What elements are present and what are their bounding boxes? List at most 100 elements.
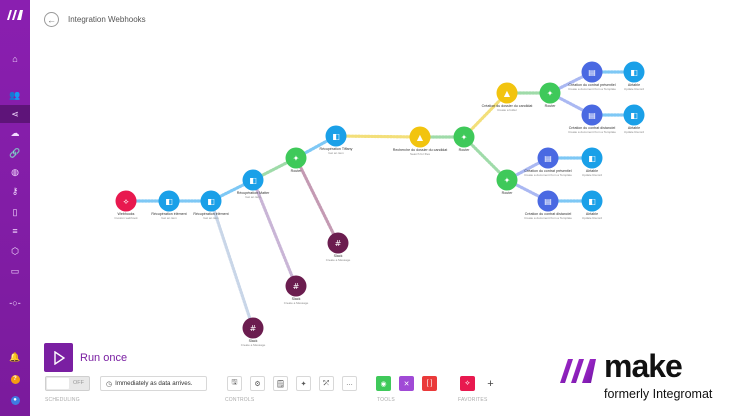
module-action: Update Record (623, 86, 645, 91)
help-nav-item[interactable]: ? (0, 370, 30, 388)
router-icon: ✦ (547, 89, 554, 98)
module-label: Slack Create a Message (326, 254, 351, 262)
schedule-setting-button[interactable]: ◷ Immediately as data arrives. (100, 376, 207, 391)
notifications-nav-item[interactable]: 🔔 (0, 348, 30, 366)
router4-module[interactable]: ✦ (496, 169, 518, 191)
drive-icon: ▲ (417, 133, 424, 142)
module-action: Get an item (245, 194, 261, 199)
ax8-module[interactable]: ◧ (581, 190, 603, 212)
module-label: Airtable Update Record (582, 212, 602, 220)
explain-flow-button[interactable]: ⤱ (319, 376, 334, 391)
slack1-module[interactable]: # (327, 232, 349, 254)
docs-icon: ▤ (544, 154, 552, 163)
module-action: Create a document from a Template (524, 172, 572, 177)
avatar-nav-item[interactable]: ● (0, 391, 30, 409)
module-label: Création du dossier du candidat Create a … (482, 104, 533, 112)
module-action: Search for files (409, 151, 431, 156)
ax5-module[interactable]: ◧ (623, 61, 645, 83)
keys-icon: ⚷ (11, 185, 19, 196)
save-button[interactable]: 🖫 (227, 376, 242, 391)
favorites-label: FAVORITES (458, 397, 488, 403)
module-label: Création du contrat présentiel Create a d… (568, 83, 616, 91)
ax4-module[interactable]: ◧ (325, 125, 347, 147)
team-icon: 👥 (9, 89, 21, 100)
module-label: Airtable Update Record (624, 126, 644, 134)
share-scenarios-nav-item[interactable]: ⋖ (0, 105, 30, 123)
ax2-module[interactable]: ◧ (200, 190, 222, 212)
doc2-module[interactable]: ▤ (581, 104, 603, 126)
brand-subtitle: formerly Integromat (604, 387, 713, 401)
make-logo[interactable] (6, 9, 24, 21)
router3-module[interactable]: ✦ (539, 82, 561, 104)
settings-button[interactable]: ⚙ (250, 376, 265, 391)
airtable-icon: ◧ (332, 132, 340, 141)
auto-align-icon: ✦ (300, 380, 307, 388)
module-name: Router (290, 169, 302, 173)
slack3-module[interactable]: # (242, 317, 264, 339)
doc3-module[interactable]: ▤ (537, 147, 559, 169)
module-label: Création du contrat distanciel Create a d… (524, 212, 572, 220)
more-button[interactable]: … (342, 376, 357, 391)
ax7-module[interactable]: ◧ (581, 147, 603, 169)
slack-icon: # (335, 239, 342, 248)
ax1-module[interactable]: ◧ (158, 190, 180, 212)
router2-module[interactable]: ✦ (453, 126, 475, 148)
tools-label: TOOLS (377, 397, 395, 403)
text-parser-button[interactable]: [ ] (422, 376, 437, 391)
home-icon: ⌂ (12, 54, 18, 64)
notes-icon: 🗒 (276, 380, 285, 388)
flow-control-button[interactable]: ◉ (376, 376, 391, 391)
auto-align-button[interactable]: ✦ (296, 376, 311, 391)
keys-nav-item[interactable]: ⚷ (0, 182, 30, 200)
play-icon (53, 350, 65, 365)
module-action: Create a Message (240, 342, 266, 347)
connections-icon: 🔗 (9, 147, 21, 158)
avatar-icon: ● (10, 395, 20, 405)
connections-nav-item[interactable]: 🔗 (0, 144, 30, 162)
team-nav-item[interactable]: 👥 (0, 86, 30, 104)
webhook-favorite-button[interactable]: ⟡ (460, 376, 475, 391)
airtable-icon: ◧ (630, 111, 638, 120)
gdrive1-module[interactable]: ▲ (409, 126, 431, 148)
docs-nav-item[interactable]: ▭ (0, 262, 30, 280)
share-scenarios-icon: ⋖ (11, 108, 19, 119)
home-nav-item[interactable]: ⌂ (0, 50, 30, 68)
tools-button[interactable]: ✕ (399, 376, 414, 391)
datastructures-nav-item[interactable]: ⬡ (0, 242, 30, 260)
webhook-favorite-icon: ⟡ (465, 379, 470, 387)
clock-icon: ◷ (106, 380, 113, 388)
gdrive2-module[interactable]: ▲ (496, 82, 518, 104)
doc4-module[interactable]: ▤ (537, 190, 559, 212)
text-parser-icon: [ ] (426, 380, 433, 387)
notifications-icon: 🔔 (9, 351, 21, 362)
datastores-nav-item[interactable]: ≡ (0, 222, 30, 240)
router1-module[interactable]: ✦ (285, 147, 307, 169)
module-label: Router (502, 191, 513, 196)
webhooks-module[interactable]: ⟡ (115, 190, 137, 212)
webhooks-nav-item[interactable]: ◍ (0, 163, 30, 181)
run-once-label[interactable]: Run once (80, 352, 127, 364)
slack-icon: # (250, 324, 257, 333)
module-label: Slack Create a Message (240, 339, 266, 347)
module-label: Slack Create a Message (284, 297, 309, 305)
notes-button[interactable]: 🗒 (273, 376, 288, 391)
templates-nav-item[interactable]: ☁ (0, 124, 30, 142)
module-label: Webhooks Custom webhook (114, 212, 137, 220)
module-label: Récupération élément Get an item (151, 212, 186, 220)
settings-icon: ⚙ (254, 380, 261, 388)
doc1-module[interactable]: ▤ (581, 61, 603, 83)
connection-line[interactable] (334, 134, 422, 139)
ax3-module[interactable]: ◧ (242, 169, 264, 191)
module-label: Router (545, 104, 556, 109)
slack2-module[interactable]: # (285, 275, 307, 297)
connection-line[interactable] (294, 156, 340, 245)
add-favorite-button[interactable]: + (483, 376, 498, 391)
webhook-icon: ⟡ (123, 197, 129, 206)
devices-nav-item[interactable]: ▯ (0, 203, 30, 221)
flow-nav-item[interactable]: -○- (0, 294, 30, 312)
scheduling-toggle[interactable]: OFF (45, 376, 90, 391)
ax6-module[interactable]: ◧ (623, 104, 645, 126)
run-once-button[interactable] (44, 343, 73, 372)
docs-icon: ▤ (544, 197, 552, 206)
module-action: Create a folder (497, 107, 517, 112)
